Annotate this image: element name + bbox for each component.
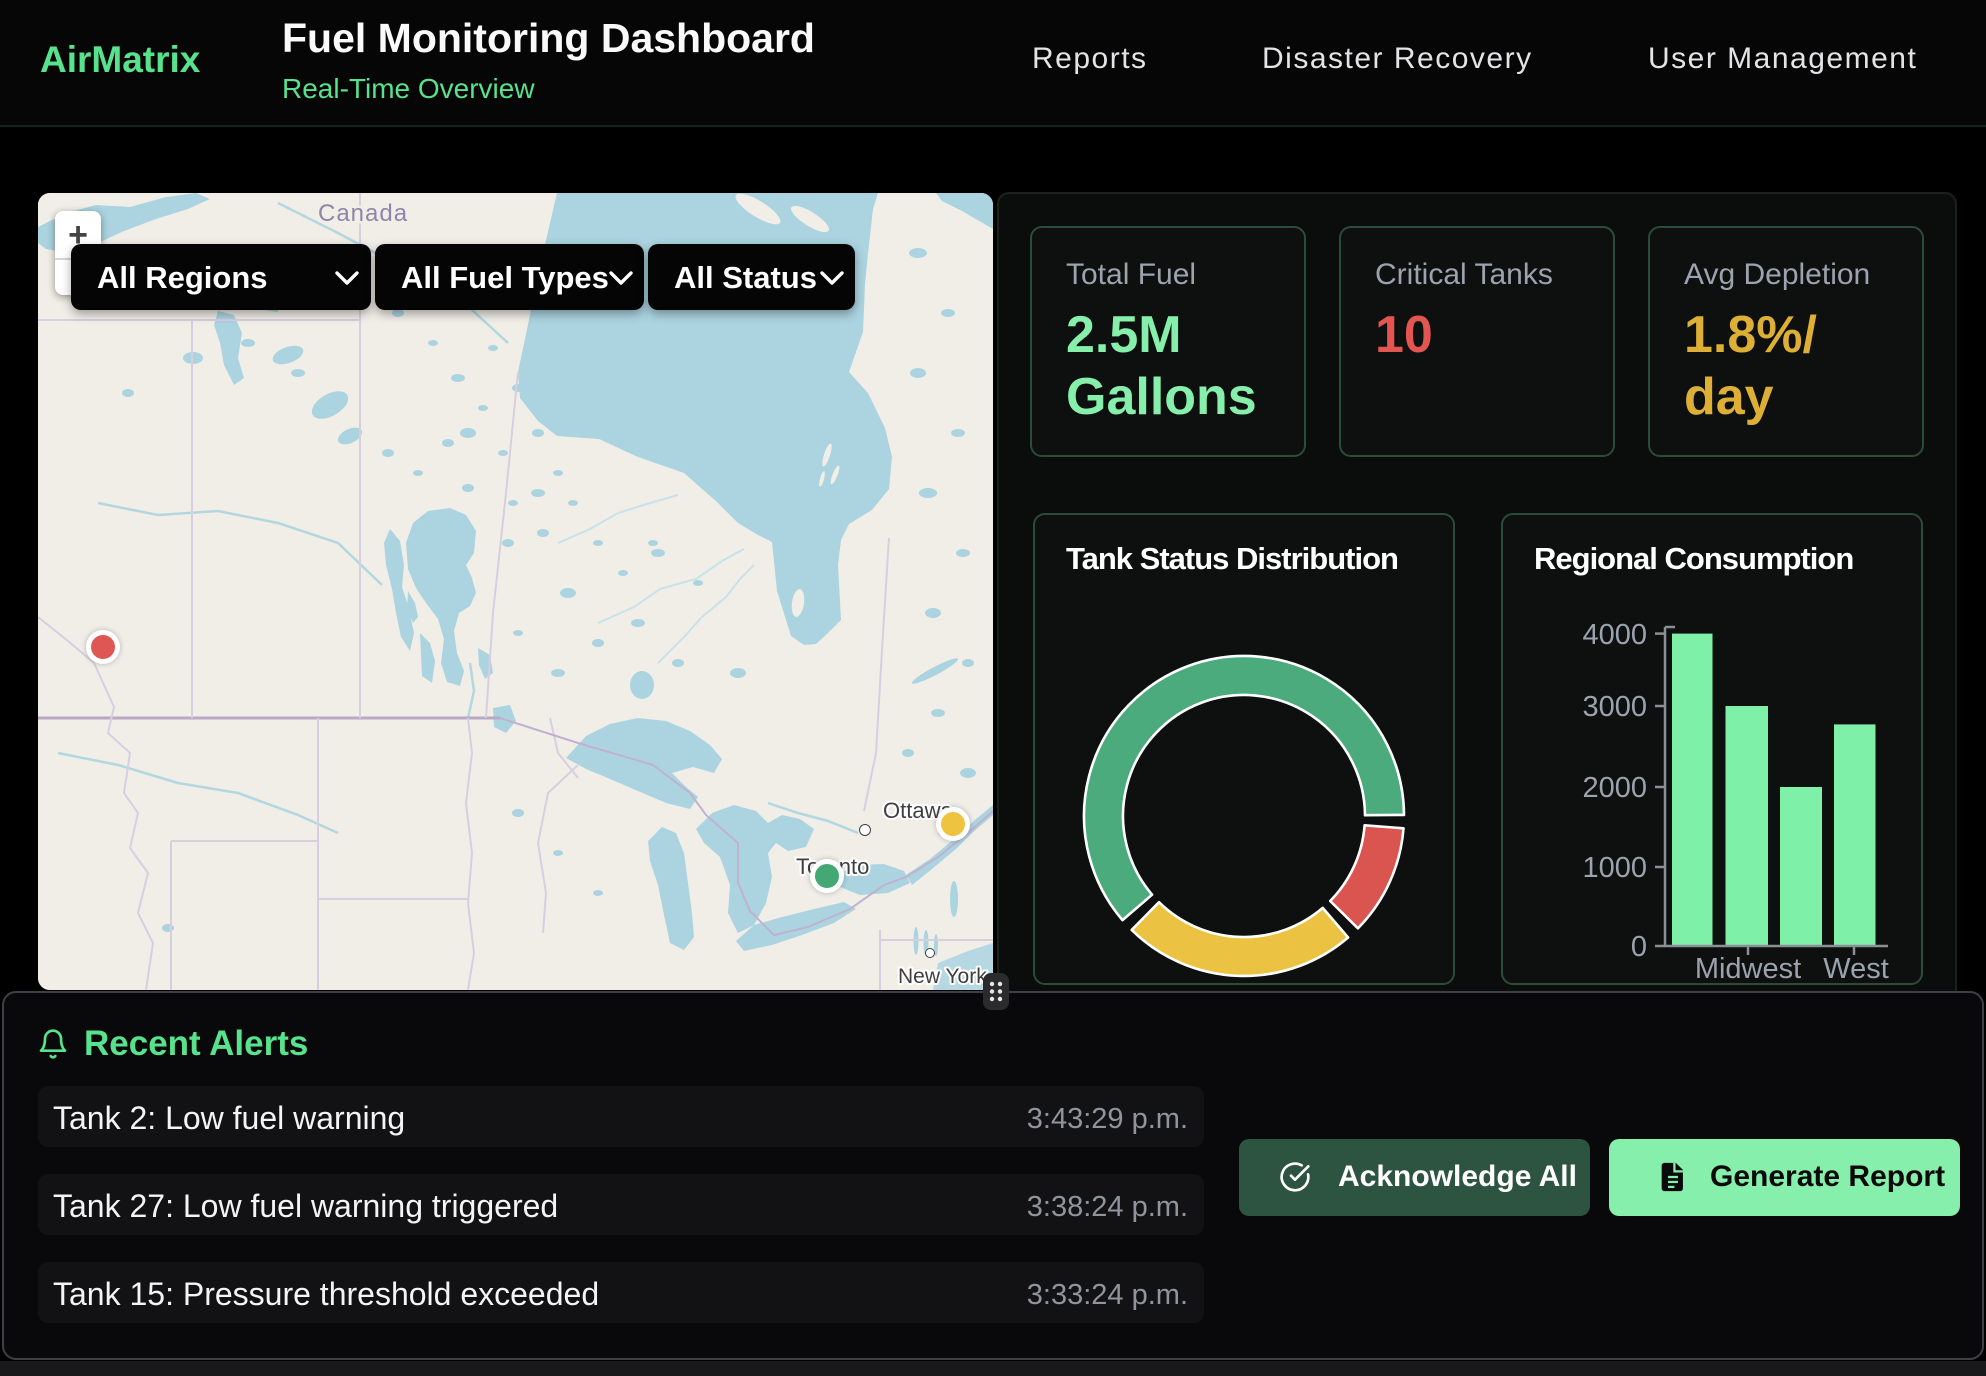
svg-text:West: West bbox=[1823, 953, 1889, 985]
svg-text:4000: 4000 bbox=[1582, 619, 1647, 651]
svg-text:Midwest: Midwest bbox=[1695, 953, 1801, 985]
svg-text:2000: 2000 bbox=[1582, 772, 1647, 804]
svg-text:New York: New York bbox=[898, 965, 987, 988]
svg-text:Canada: Canada bbox=[318, 200, 408, 227]
svg-text:0: 0 bbox=[1631, 931, 1647, 963]
svg-text:3000: 3000 bbox=[1582, 691, 1647, 723]
svg-text:1000: 1000 bbox=[1582, 852, 1647, 884]
